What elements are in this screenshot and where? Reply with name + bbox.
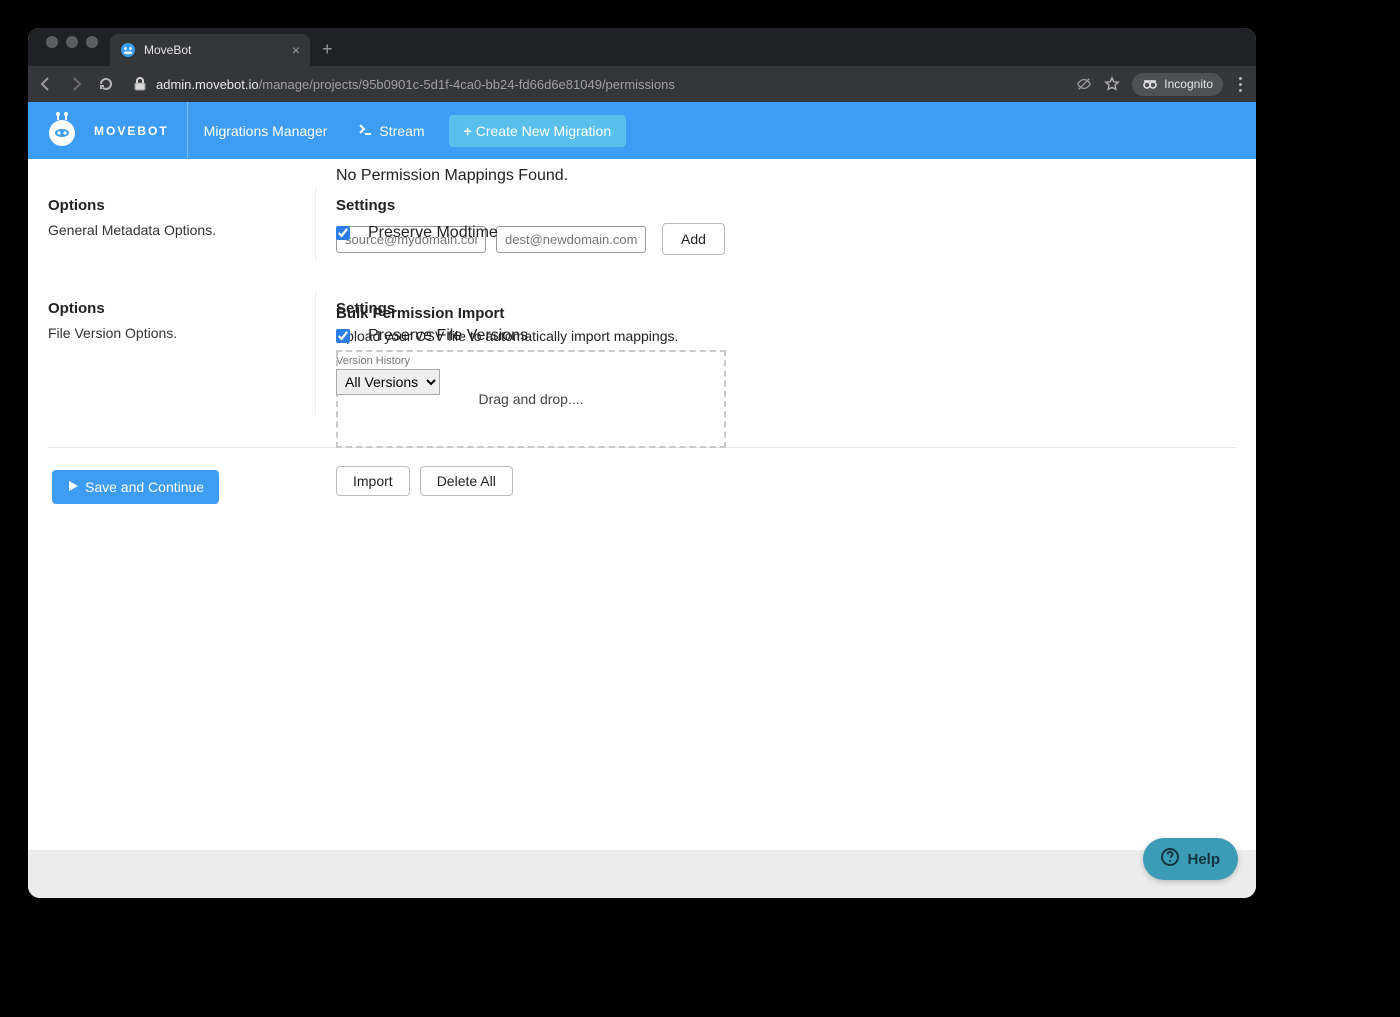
tab-favicon (120, 42, 136, 58)
incognito-label: Incognito (1164, 77, 1213, 91)
close-icon[interactable]: × (292, 42, 300, 58)
url-domain: admin.movebot.io (156, 77, 259, 92)
star-icon[interactable] (1104, 76, 1120, 92)
brand-name: MOVEBOT (94, 124, 169, 138)
save-continue-label: Save and Continue (85, 479, 204, 495)
browser-menu-icon[interactable] (1235, 77, 1246, 92)
delete-all-button[interactable]: Delete All (420, 466, 513, 496)
nav-stream[interactable]: Stream (343, 102, 440, 159)
plus-icon: + (464, 123, 472, 139)
version-options-heading: Options (48, 300, 295, 317)
version-history-label: Version History (336, 355, 1226, 367)
terminal-icon (359, 123, 373, 139)
create-migration-button[interactable]: + Create New Migration (449, 115, 627, 147)
browser-tab[interactable]: MoveBot × (110, 34, 310, 66)
lock-icon (132, 76, 148, 92)
play-icon (67, 479, 79, 495)
nav-migrations-manager[interactable]: Migrations Manager (188, 102, 344, 159)
version-settings-heading: Settings (336, 300, 1226, 317)
window-close-dot[interactable] (46, 36, 58, 48)
metadata-options-heading: Options (48, 197, 295, 214)
help-button[interactable]: Help (1143, 838, 1238, 880)
window-controls (40, 28, 110, 66)
app-navbar: MOVEBOT Migrations Manager Stream + Crea… (28, 102, 1256, 159)
eye-off-icon[interactable] (1076, 76, 1092, 92)
version-options-sub: File Version Options. (48, 325, 295, 341)
url-path: /manage/projects/95b0901c-5d1f-4ca0-bb24… (259, 77, 675, 92)
footer-strip (28, 850, 1256, 898)
preserve-versions-checkbox[interactable] (336, 329, 350, 343)
preserve-modtime-label: Preserve Modtime (368, 224, 498, 242)
metadata-options-sub: General Metadata Options. (48, 222, 295, 238)
tab-title: MoveBot (144, 43, 284, 57)
preserve-versions-label: Preserve File Versions (368, 327, 528, 345)
incognito-icon (1142, 77, 1158, 92)
no-mappings-message: No Permission Mappings Found. (336, 167, 1226, 185)
back-icon[interactable] (38, 76, 54, 92)
window-minimize-dot[interactable] (66, 36, 78, 48)
nav-migrations-label: Migrations Manager (204, 123, 328, 139)
browser-address-bar: admin.movebot.io/manage/projects/95b0901… (28, 66, 1256, 102)
preserve-modtime-checkbox[interactable] (336, 226, 350, 240)
window-zoom-dot[interactable] (86, 36, 98, 48)
version-history-select[interactable]: All Versions (336, 369, 440, 395)
new-tab-button[interactable]: + (310, 39, 345, 66)
page-content: No Permission Mappings Found. Add Bulk P… (28, 159, 1256, 850)
forward-icon[interactable] (68, 76, 84, 92)
url-display[interactable]: admin.movebot.io/manage/projects/95b0901… (132, 76, 1062, 92)
incognito-indicator[interactable]: Incognito (1132, 73, 1223, 96)
reload-icon[interactable] (98, 76, 114, 92)
save-continue-button[interactable]: Save and Continue (52, 470, 219, 504)
brand[interactable]: MOVEBOT (28, 102, 188, 159)
metadata-settings-heading: Settings (336, 197, 1226, 214)
help-icon (1161, 848, 1179, 870)
brand-logo-icon (42, 109, 82, 152)
browser-tab-bar: MoveBot × + (28, 28, 1256, 66)
import-button[interactable]: Import (336, 466, 410, 496)
nav-stream-label: Stream (379, 123, 424, 139)
create-migration-label: Create New Migration (476, 123, 611, 139)
help-label: Help (1187, 851, 1220, 868)
